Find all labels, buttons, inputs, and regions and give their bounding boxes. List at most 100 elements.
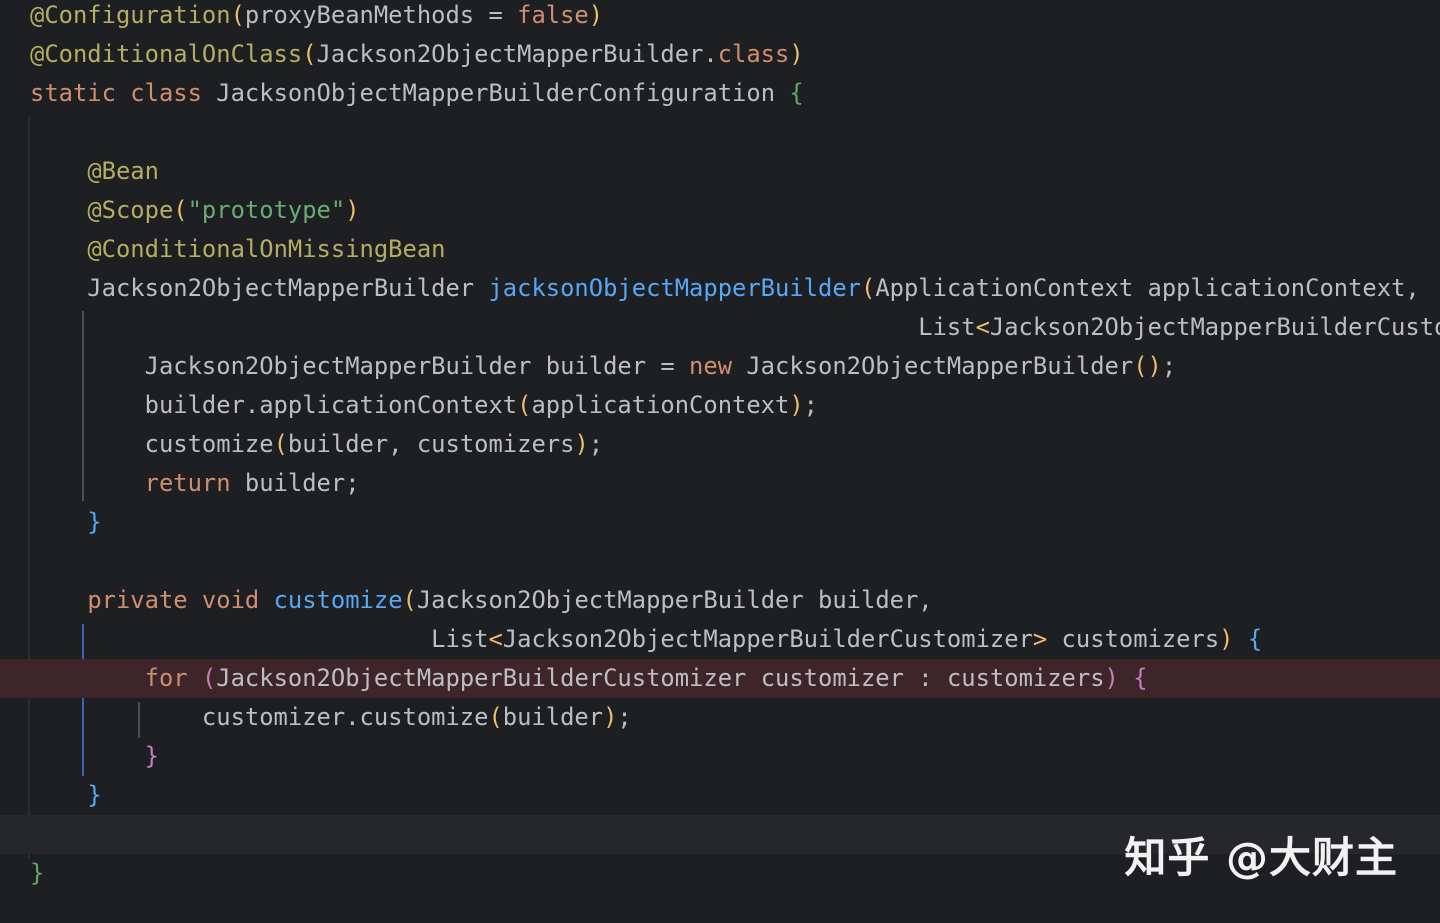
code-token: builder	[502, 703, 604, 731]
code-token: (	[273, 430, 288, 458]
code-token: new	[689, 352, 747, 380]
code-token: class	[717, 40, 790, 68]
code-editor[interactable]: @Configuration(proxyBeanMethods = false)…	[0, 0, 1440, 923]
code-token: (	[860, 274, 876, 302]
code-token: Jackson2ObjectMapperBuilder	[30, 274, 489, 302]
code-token: @ConditionalOnClass	[30, 40, 303, 68]
code-token: )	[789, 391, 804, 419]
code-token: )	[1104, 664, 1119, 692]
code-token: ;	[1161, 352, 1177, 380]
code-token: jacksonObjectMapperBuilder	[488, 274, 861, 302]
code-token: )	[603, 703, 618, 731]
code-token: {	[1133, 664, 1148, 692]
code-token: )	[588, 1, 604, 29]
code-token: <	[975, 313, 990, 341]
code-token: {	[789, 79, 804, 107]
code-line-16[interactable]: private void customize(Jackson2ObjectMap…	[0, 581, 1440, 620]
code-token: false	[517, 1, 589, 29]
code-line-21[interactable]: }	[0, 776, 1440, 815]
code-token: )	[574, 430, 589, 458]
code-token: List	[30, 625, 489, 653]
code-token: proxyBeanMethods =	[244, 1, 518, 29]
code-token: @Bean	[87, 157, 159, 185]
code-line-7[interactable]: @ConditionalOnMissingBean	[0, 230, 1440, 269]
code-token: {	[1247, 625, 1263, 653]
code-token: }	[30, 859, 45, 887]
code-token: ;	[617, 703, 632, 731]
code-token: return	[144, 469, 245, 497]
code-token: Jackson2ObjectMapperBuilderCustomizer	[502, 625, 1033, 653]
code-token: (	[201, 664, 217, 692]
code-token: builder.applicationContext	[30, 391, 518, 419]
code-line-18[interactable]: for (Jackson2ObjectMapperBuilderCustomiz…	[0, 659, 1440, 698]
code-token: builder, customizers	[287, 430, 575, 458]
code-token: @Scope	[87, 196, 174, 224]
code-token: JacksonObjectMapperBuilderConfiguration	[216, 79, 790, 107]
code-token: applicationContext	[531, 391, 790, 419]
code-line-19[interactable]: customizer.customize(builder);	[0, 698, 1440, 737]
code-token: customize	[273, 586, 403, 614]
code-token: Jackson2ObjectMapperBuilder.	[316, 40, 718, 68]
code-line-4[interactable]	[0, 113, 1440, 152]
code-token: Jackson2ObjectMapperBuilder builder,	[416, 586, 933, 614]
code-token: ;	[588, 430, 604, 458]
code-token: ()	[1133, 352, 1162, 380]
code-token: }	[87, 508, 102, 536]
code-token: ;	[803, 391, 818, 419]
code-line-3[interactable]: static class JacksonObjectMapperBuilderC…	[0, 74, 1440, 113]
code-line-9[interactable]: List<Jackson2ObjectMapperBuilderCustomiz…	[0, 308, 1440, 347]
code-token: @Configuration	[30, 1, 231, 29]
code-token: Jackson2ObjectMapperBuilder builder =	[30, 352, 690, 380]
code-token: builder;	[244, 469, 360, 497]
code-token: Jackson2ObjectMapperBuilderCustomizer cu…	[216, 664, 1105, 692]
code-line-5[interactable]: @Bean	[0, 152, 1440, 191]
code-token: Jackson2ObjectMapperBuilder	[746, 352, 1134, 380]
code-token: customizers	[1047, 625, 1220, 653]
code-token: "prototype"	[187, 196, 346, 224]
code-line-8[interactable]: Jackson2ObjectMapperBuilder jacksonObjec…	[0, 269, 1440, 308]
code-token: customizer.customize	[30, 703, 489, 731]
code-token: customize	[30, 430, 274, 458]
code-token: Jackson2ObjectMapperBuilderCustomizer	[989, 313, 1440, 341]
code-line-12[interactable]: customize(builder, customizers);	[0, 425, 1440, 464]
code-line-1[interactable]: @Configuration(proxyBeanMethods = false)	[0, 0, 1440, 35]
code-token: (	[173, 196, 188, 224]
watermark-text: 知乎 @大财主	[1124, 833, 1398, 882]
code-line-15[interactable]	[0, 542, 1440, 581]
code-token: (	[230, 1, 245, 29]
code-line-14[interactable]: }	[0, 503, 1440, 542]
code-token: for	[144, 664, 202, 692]
code-line-13[interactable]: return builder;	[0, 464, 1440, 503]
code-token: )	[345, 196, 360, 224]
code-token: (	[302, 40, 317, 68]
code-token: (	[517, 391, 532, 419]
code-token: (	[402, 586, 417, 614]
code-token: private void	[87, 586, 274, 614]
code-token: <	[488, 625, 503, 653]
code-line-2[interactable]: @ConditionalOnClass(Jackson2ObjectMapper…	[0, 35, 1440, 74]
code-line-20[interactable]: }	[0, 737, 1440, 776]
code-token: )	[1219, 625, 1234, 653]
code-line-17[interactable]: List<Jackson2ObjectMapperBuilderCustomiz…	[0, 620, 1440, 659]
code-token: }	[144, 742, 159, 770]
code-token: }	[87, 781, 102, 809]
code-token: List	[30, 313, 976, 341]
code-line-11[interactable]: builder.applicationContext(applicationCo…	[0, 386, 1440, 425]
code-token: ApplicationContext applicationContext,	[875, 274, 1420, 302]
code-line-6[interactable]: @Scope("prototype")	[0, 191, 1440, 230]
code-token: )	[789, 40, 804, 68]
code-token: >	[1032, 625, 1048, 653]
code-line-10[interactable]: Jackson2ObjectMapperBuilder builder = ne…	[0, 347, 1440, 386]
code-token: @ConditionalOnMissingBean	[87, 235, 446, 263]
